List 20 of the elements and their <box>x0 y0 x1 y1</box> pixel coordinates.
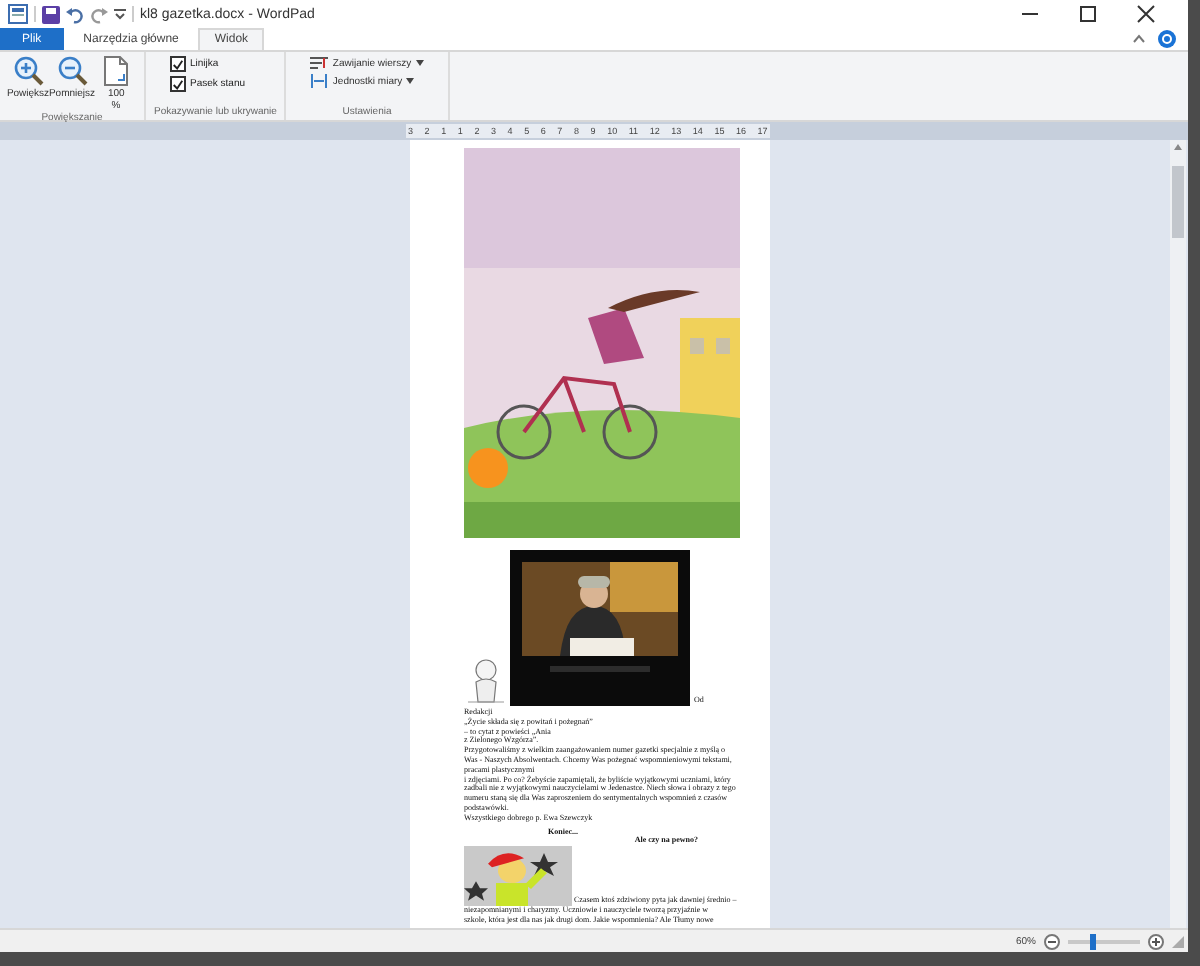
redo-icon[interactable] <box>90 5 108 23</box>
zoom-out-icon[interactable] <box>1044 933 1060 949</box>
page-icon <box>104 56 128 86</box>
close-icon[interactable] <box>1136 4 1156 24</box>
zoom-out-icon <box>57 56 87 86</box>
vertical-scrollbar[interactable] <box>1170 140 1186 928</box>
resize-grip-icon[interactable] <box>1172 935 1184 947</box>
zoom-in-icon <box>13 56 43 86</box>
undo-icon[interactable] <box>66 5 84 23</box>
units-icon <box>310 74 329 88</box>
caret-icon <box>415 60 424 66</box>
maximize-icon[interactable] <box>1078 4 1098 24</box>
caret-icon <box>406 78 415 84</box>
collapse-ribbon-icon[interactable] <box>1132 34 1146 44</box>
zoom-in-icon[interactable] <box>1148 933 1164 949</box>
scroll-up-icon[interactable] <box>1174 144 1182 150</box>
word-wrap-icon <box>310 56 329 70</box>
save-icon[interactable] <box>42 5 60 23</box>
dropdown-icon[interactable] <box>114 8 126 20</box>
scroll-thumb[interactable] <box>1172 166 1184 238</box>
